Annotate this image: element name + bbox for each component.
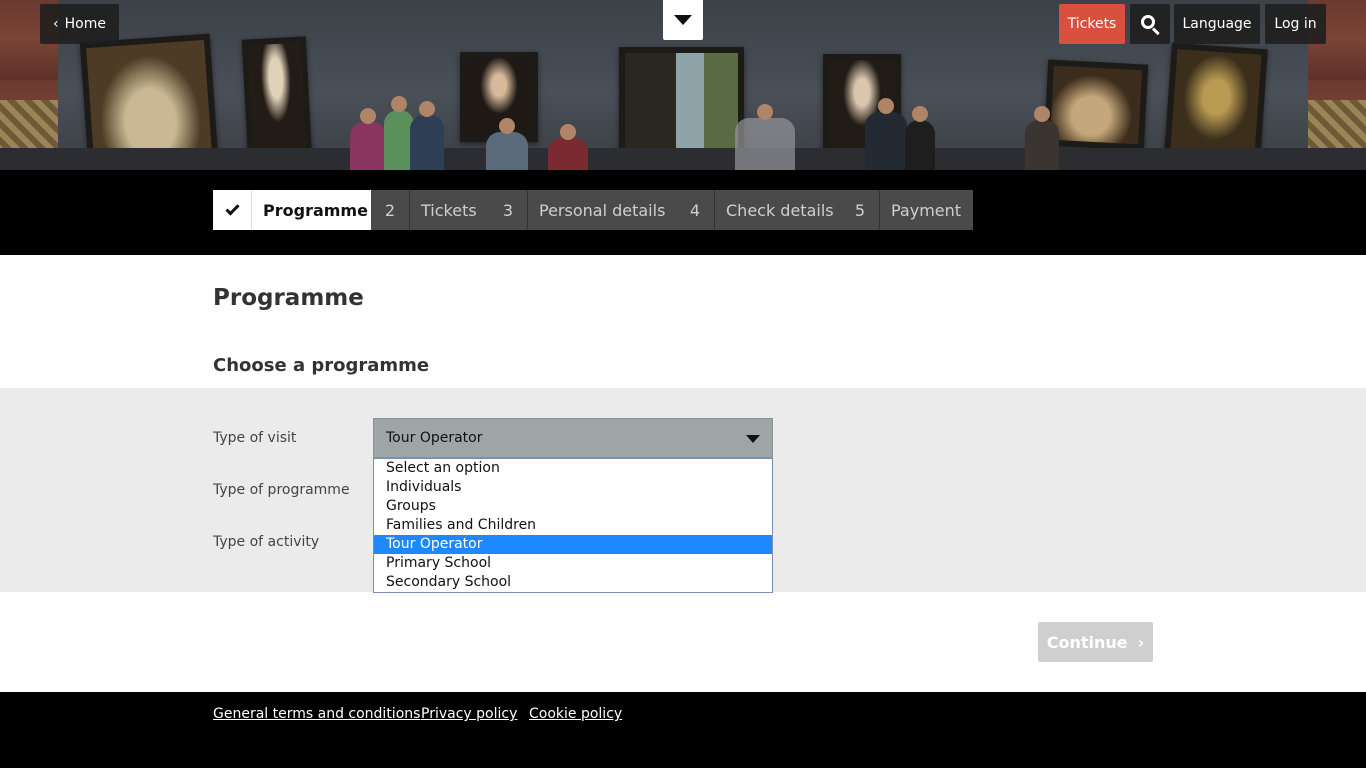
step-number: 3 bbox=[489, 190, 528, 230]
hero-visitor bbox=[410, 101, 444, 170]
checkmark-icon bbox=[224, 200, 240, 216]
step-check bbox=[213, 190, 252, 230]
step-check-details: 4 Check details bbox=[676, 190, 846, 230]
search-button[interactable] bbox=[1130, 4, 1170, 44]
hero-floor bbox=[0, 148, 1366, 170]
footer-terms-link[interactable]: General terms and conditions bbox=[213, 706, 420, 722]
step-tickets: 2 Tickets bbox=[371, 190, 489, 230]
option-select-an-option[interactable]: Select an option bbox=[374, 459, 772, 478]
step-label: Programme bbox=[263, 200, 368, 220]
footer-cookie-link[interactable]: Cookie policy bbox=[529, 706, 622, 722]
chevron-left-icon: ‹ bbox=[53, 16, 59, 32]
step-number: 4 bbox=[676, 190, 715, 230]
tickets-button-label: Tickets bbox=[1067, 16, 1117, 32]
hero-visitor bbox=[486, 118, 528, 170]
step-label: Check details bbox=[726, 200, 834, 220]
hero-visitor bbox=[1025, 106, 1059, 170]
hero-painting bbox=[1164, 42, 1268, 162]
type-of-visit-label: Type of visit bbox=[213, 430, 297, 446]
language-button-label: Language bbox=[1182, 16, 1252, 32]
hero-painting bbox=[1043, 59, 1149, 151]
page-title: Programme bbox=[213, 285, 364, 311]
hero-visitor bbox=[865, 98, 907, 170]
home-button-label: Home bbox=[64, 16, 106, 32]
hero-painting bbox=[79, 33, 219, 167]
hero-visitor bbox=[735, 104, 795, 170]
checkout-steps: Programme 2 Tickets 3 Personal details 4… bbox=[0, 170, 1366, 255]
hero-banner-image: ‹ Home Tickets Language Log in bbox=[0, 0, 1366, 170]
option-primary-school[interactable]: Primary School bbox=[374, 554, 772, 573]
step-label: Personal details bbox=[539, 200, 666, 220]
home-button[interactable]: ‹ Home bbox=[40, 4, 119, 44]
search-icon bbox=[1141, 15, 1160, 36]
hero-visitor bbox=[905, 106, 935, 170]
hero-visitor bbox=[548, 124, 588, 170]
type-of-visit-select[interactable]: Tour Operator bbox=[373, 418, 773, 458]
step-label: Tickets bbox=[421, 200, 477, 220]
footer-privacy-link[interactable]: Privacy policy bbox=[421, 706, 517, 722]
chevron-right-icon: › bbox=[1137, 632, 1145, 652]
option-tour-operator[interactable]: Tour Operator bbox=[374, 535, 772, 554]
hero-visitor bbox=[350, 108, 386, 170]
login-button[interactable]: Log in bbox=[1265, 4, 1326, 44]
step-payment: 5 Payment bbox=[841, 190, 974, 230]
tickets-button[interactable]: Tickets bbox=[1059, 4, 1125, 44]
type-of-activity-label: Type of activity bbox=[213, 534, 320, 550]
step-label: Payment bbox=[891, 200, 962, 220]
type-of-visit-options: Select an option Individuals Groups Fami… bbox=[373, 458, 773, 593]
option-groups[interactable]: Groups bbox=[374, 497, 772, 516]
option-individuals[interactable]: Individuals bbox=[374, 478, 772, 497]
type-of-programme-label: Type of programme bbox=[213, 482, 350, 498]
menu-dropdown-toggle[interactable] bbox=[663, 0, 703, 40]
footer: General terms and conditions Privacy pol… bbox=[0, 692, 1366, 768]
login-button-label: Log in bbox=[1274, 16, 1317, 32]
step-number: 5 bbox=[841, 190, 880, 230]
option-secondary-school[interactable]: Secondary School bbox=[374, 573, 772, 592]
type-of-visit-value: Tour Operator bbox=[386, 430, 483, 446]
continue-button[interactable]: Continue › bbox=[1038, 622, 1153, 662]
hero-painting bbox=[619, 47, 744, 155]
step-personal-details: 3 Personal details bbox=[489, 190, 678, 230]
hero-painting bbox=[241, 36, 313, 165]
caret-down-icon bbox=[746, 435, 760, 443]
caret-down-icon bbox=[674, 15, 692, 25]
section-title: Choose a programme bbox=[213, 355, 430, 376]
option-families-and-children[interactable]: Families and Children bbox=[374, 516, 772, 535]
step-programme[interactable]: Programme bbox=[213, 190, 380, 230]
continue-button-label: Continue bbox=[1046, 632, 1128, 652]
language-button[interactable]: Language bbox=[1174, 4, 1260, 44]
step-number: 2 bbox=[371, 190, 410, 230]
